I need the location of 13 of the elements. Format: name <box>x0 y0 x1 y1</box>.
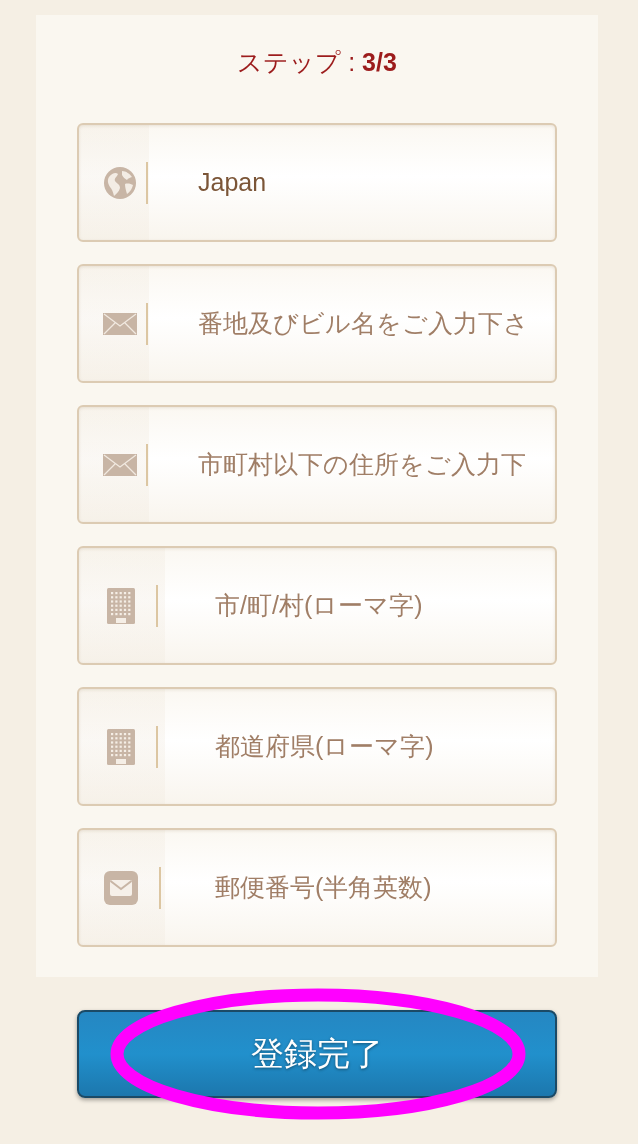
input-field[interactable]: 市町村以下の住所をご入力下 <box>77 405 557 524</box>
building-icon <box>107 587 135 624</box>
building-icon <box>107 728 135 765</box>
mail-icon <box>104 870 138 905</box>
input-field[interactable]: 市/町/村(ローマ字) <box>77 546 557 665</box>
input-field[interactable]: 都道府県(ローマ字) <box>77 687 557 806</box>
input-field[interactable]: 郵便番号(半角英数) <box>77 828 557 947</box>
step-title: ステップ : 3/3 <box>237 47 397 77</box>
globe-icon <box>103 165 137 200</box>
envelope-icon <box>103 312 137 335</box>
input-field[interactable]: 番地及びビル名をご入力下さ <box>77 264 557 383</box>
input-field[interactable]: Japan <box>77 123 557 242</box>
envelope-icon <box>103 453 137 476</box>
